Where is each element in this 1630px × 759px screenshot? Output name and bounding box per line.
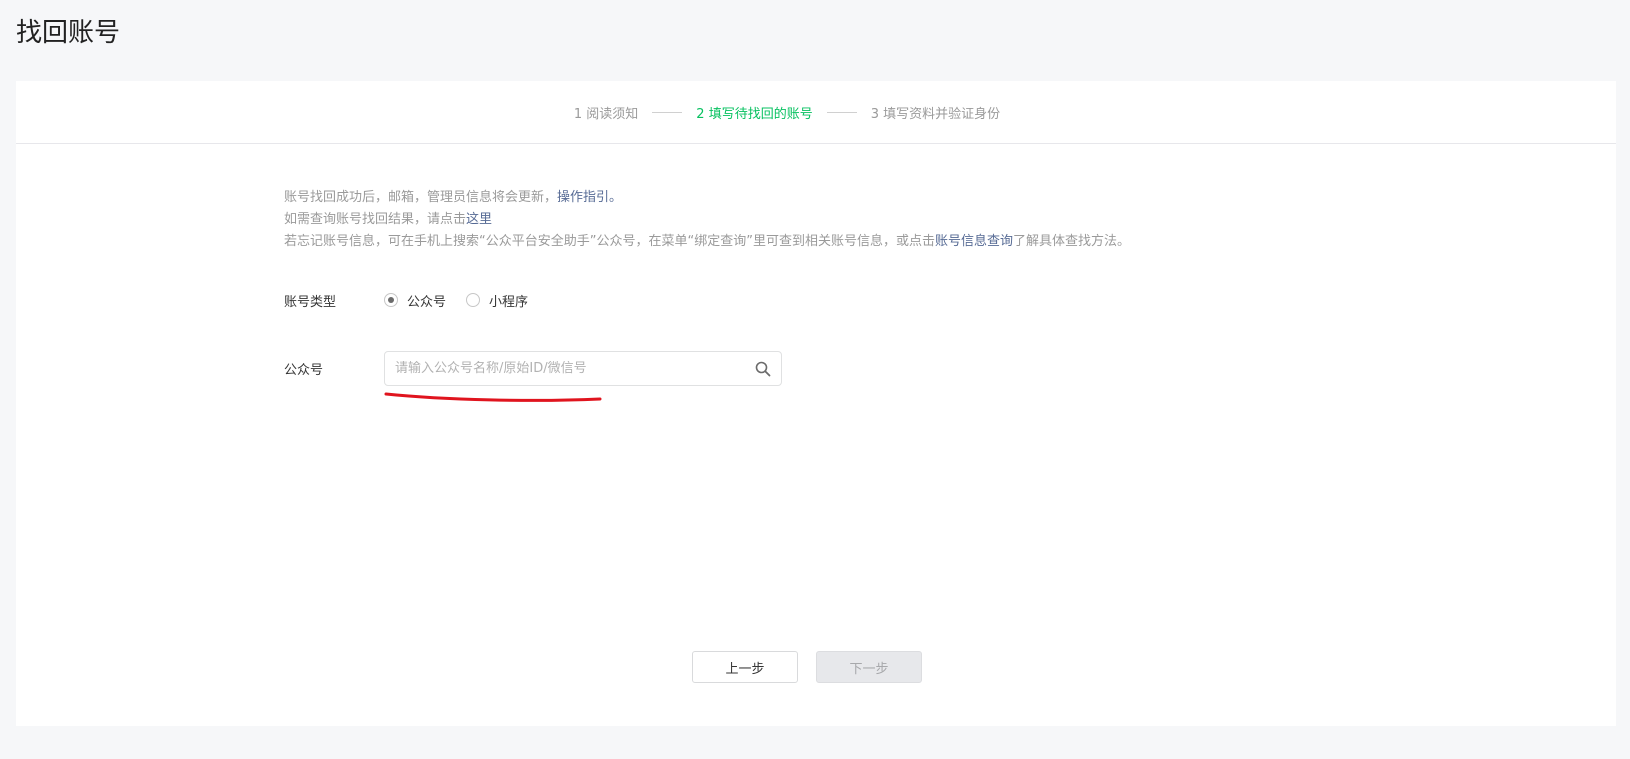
step-divider bbox=[652, 111, 683, 113]
radio-unchecked-icon[interactable] bbox=[466, 293, 481, 307]
notice-line-3: 若忘记账号信息，可在手机上搜索“公众平台安全助手”公众号，在菜单“绑定查询”里可… bbox=[284, 231, 1130, 253]
radio-mini-program[interactable]: 小程序 bbox=[466, 291, 528, 310]
step-divider bbox=[826, 111, 857, 113]
account-type-label: 账号类型 bbox=[284, 294, 337, 310]
account-search-input[interactable] bbox=[395, 361, 755, 376]
notice-line-2-text: 如需查询账号找回结果，请点击 bbox=[284, 212, 467, 227]
notice-line-3-text: 若忘记账号信息，可在手机上搜索“公众平台安全助手”公众号，在菜单“绑定查询”里可… bbox=[284, 234, 935, 249]
red-underline-annotation bbox=[384, 392, 602, 402]
account-row: 公众号 bbox=[284, 351, 782, 386]
step-indicator: 1 阅读须知 2 填写待找回的账号 3 填写资料并验证身份 bbox=[16, 81, 1616, 144]
search-icon[interactable] bbox=[755, 361, 771, 377]
account-search-box bbox=[384, 351, 782, 386]
step-3: 3 填写资料并验证身份 bbox=[870, 106, 1001, 122]
radio-checked-icon[interactable] bbox=[384, 293, 398, 307]
notice-line-2: 如需查询账号找回结果，请点击这里 bbox=[284, 209, 1130, 231]
notice-line-1-text: 账号找回成功后，邮箱，管理员信息将会更新， bbox=[284, 190, 558, 205]
operation-guide-link[interactable]: 操作指引 bbox=[557, 190, 609, 205]
account-type-row: 账号类型 公众号 小程序 bbox=[284, 290, 548, 310]
account-info-query-link[interactable]: 账号信息查询 bbox=[935, 234, 1013, 249]
prev-step-button[interactable]: 上一步 bbox=[692, 651, 798, 683]
action-buttons: 上一步 下一步 bbox=[16, 651, 1616, 683]
notice-line-1: 账号找回成功后，邮箱，管理员信息将会更新，操作指引。 bbox=[284, 187, 1130, 209]
page-title: 找回账号 bbox=[16, 18, 121, 48]
main-card: 1 阅读须知 2 填写待找回的账号 3 填写资料并验证身份 账号找回成功后，邮箱… bbox=[16, 81, 1616, 726]
query-result-link[interactable]: 这里 bbox=[466, 212, 492, 227]
notice-line-3-end: 了解具体查找方法。 bbox=[1012, 234, 1130, 249]
step-1: 1 阅读须知 bbox=[573, 106, 639, 122]
account-label: 公众号 bbox=[284, 363, 324, 378]
radio-official-account-label: 公众号 bbox=[407, 294, 447, 310]
next-step-button[interactable]: 下一步 bbox=[816, 651, 922, 683]
radio-mini-program-label: 小程序 bbox=[489, 294, 529, 310]
notice-line-1-end: 。 bbox=[609, 190, 623, 205]
step-2: 2 填写待找回的账号 bbox=[696, 106, 813, 122]
notice-text: 账号找回成功后，邮箱，管理员信息将会更新，操作指引。 如需查询账号找回结果，请点… bbox=[284, 187, 1130, 253]
radio-official-account[interactable]: 公众号 bbox=[384, 291, 446, 310]
